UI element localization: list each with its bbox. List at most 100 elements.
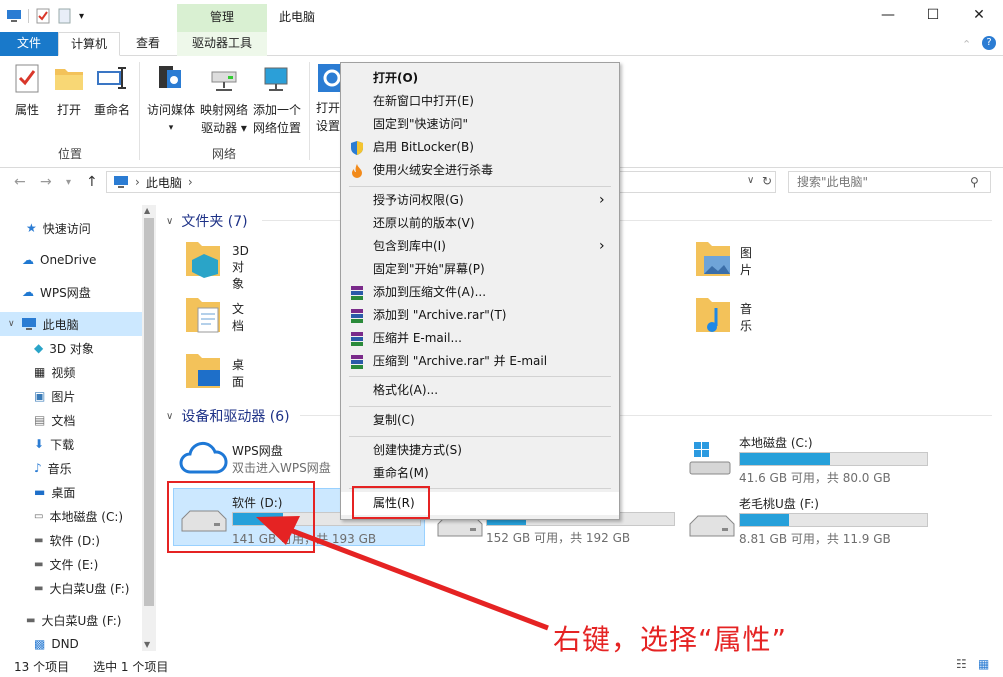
nav-label: 大白菜U盘 (F:): [49, 581, 130, 596]
nav-3d-objects[interactable]: ◆ 3D 对象: [0, 336, 142, 360]
menu-separator: [349, 436, 611, 437]
menu-item-add-archive[interactable]: 添加到压缩文件(A)...: [341, 281, 619, 304]
properties-check-icon[interactable]: [35, 8, 51, 24]
nav-usb-f[interactable]: ▬ 大白菜U盘 (F:): [0, 608, 142, 632]
details-view-icon[interactable]: ☷: [956, 657, 967, 671]
address-dropdown-icon[interactable]: ∨: [747, 175, 754, 186]
breadcrumb-this-pc[interactable]: 此电脑: [146, 174, 182, 191]
menu-label: 授予访问权限(G): [373, 193, 464, 207]
minimize-button[interactable]: —: [865, 0, 911, 30]
menu-item-add-archive-rar[interactable]: 添加到 "Archive.rar"(T): [341, 304, 619, 327]
folder-pictures[interactable]: 图片: [694, 238, 752, 281]
nav-desktop[interactable]: ▬ 桌面: [0, 480, 142, 504]
properties-ribbon-button[interactable]: 属性: [8, 62, 46, 119]
drive-c[interactable]: 本地磁盘 (C:) 41.6 GB 可用，共 80.0 GB: [688, 432, 933, 485]
recent-dropdown-icon[interactable]: ▾: [66, 177, 71, 188]
nav-quick-access[interactable]: ★ 快速访问: [0, 216, 142, 240]
nav-label: WPS网盘: [40, 285, 91, 300]
menu-item-rename[interactable]: 重命名(M): [341, 462, 619, 485]
tiles-view-icon[interactable]: ▦: [978, 657, 989, 671]
nav-dnd[interactable]: ▩ DND: [0, 632, 142, 656]
drive-wps[interactable]: WPS网盘 双击进入WPS网盘: [178, 438, 338, 478]
nav-videos[interactable]: ▦ 视频: [0, 360, 142, 384]
music-icon: ♪: [34, 461, 42, 475]
menu-item-grant-access[interactable]: 授予访问权限(G) ›: [341, 189, 619, 212]
menu-item-open[interactable]: 打开(O): [341, 67, 619, 90]
open-settings-button[interactable]: 打开 设置: [316, 62, 346, 135]
computer-icon[interactable]: [6, 8, 22, 24]
nav-onedrive[interactable]: ☁ OneDrive: [0, 248, 142, 272]
nav-drive-e[interactable]: ▬ 文件 (E:): [0, 552, 142, 576]
menu-item-restore-versions[interactable]: 还原以前的版本(V): [341, 212, 619, 235]
menu-item-open-new-window[interactable]: 在新窗口中打开(E): [341, 90, 619, 113]
media-icon: [159, 66, 181, 88]
chevron-down-icon: ∨: [8, 319, 15, 329]
menu-item-pin-start[interactable]: 固定到"开始"屏幕(P): [341, 258, 619, 281]
nav-wps[interactable]: ☁ WPS网盘: [0, 280, 142, 304]
add-network-location-button[interactable]: 添加一个 网络位置: [251, 62, 303, 137]
nav-this-pc[interactable]: ∨ 此电脑: [0, 312, 142, 336]
picture-icon: ▣: [34, 389, 46, 403]
scroll-up-icon[interactable]: ▲: [144, 206, 150, 215]
up-button[interactable]: ↑: [86, 174, 98, 190]
tab-view[interactable]: 查看: [124, 32, 172, 56]
drive-capacity: 8.81 GB 可用，共 11.9 GB: [739, 532, 891, 546]
nav-drive-d[interactable]: ▬ 软件 (D:): [0, 528, 142, 552]
refresh-icon[interactable]: ↻: [762, 174, 772, 188]
folder-3d-objects[interactable]: 3D 对象: [184, 238, 249, 291]
menu-item-huorong-scan[interactable]: 使用火绒安全进行杀毒: [341, 159, 619, 182]
folder-music[interactable]: 音乐: [694, 294, 752, 337]
tab-computer[interactable]: 计算机: [58, 32, 120, 56]
menu-item-compress-email[interactable]: 压缩并 E-mail...: [341, 327, 619, 350]
menu-label: 创建快捷方式(S): [373, 443, 462, 457]
rename-ribbon-button[interactable]: 重命名: [90, 62, 134, 119]
menu-label: 还原以前的版本(V): [373, 216, 475, 230]
ribbon-collapse-icon[interactable]: ⌃: [962, 38, 971, 51]
window-title: 此电脑: [279, 10, 316, 24]
qat-dropdown-icon[interactable]: ▾: [79, 11, 84, 22]
nav-drive-f[interactable]: ▬ 大白菜U盘 (F:): [0, 576, 142, 600]
folder-documents[interactable]: 文档: [184, 294, 244, 337]
back-button[interactable]: ←: [14, 174, 26, 190]
chevron-down-icon: ∨: [166, 215, 174, 227]
menu-item-compress-rar-email[interactable]: 压缩到 "Archive.rar" 并 E-mail: [341, 350, 619, 373]
menu-item-bitlocker[interactable]: 启用 BitLocker(B): [341, 136, 619, 159]
menu-item-copy[interactable]: 复制(C): [341, 409, 619, 432]
menu-separator: [349, 186, 611, 187]
help-icon[interactable]: ?: [982, 36, 996, 50]
access-media-button[interactable]: 访问媒体 ▾: [145, 62, 197, 137]
nav-drive-c[interactable]: ▭ 本地磁盘 (C:): [0, 504, 142, 528]
nav-pictures[interactable]: ▣ 图片: [0, 384, 142, 408]
tab-file[interactable]: 文件: [0, 32, 58, 56]
menu-item-pin-quick-access[interactable]: 固定到"快速访问": [341, 113, 619, 136]
new-folder-icon[interactable]: [57, 8, 73, 24]
nav-label: 音乐: [47, 461, 72, 476]
menu-item-create-shortcut[interactable]: 创建快捷方式(S): [341, 439, 619, 462]
map-network-drive-button[interactable]: 映射网络 驱动器 ▾: [198, 62, 250, 137]
forward-button[interactable]: →: [40, 174, 52, 190]
nav-downloads[interactable]: ⬇ 下载: [0, 432, 142, 456]
ribbon-label-line2: 驱动器 ▾: [201, 121, 247, 135]
maximize-button[interactable]: ☐: [910, 0, 956, 30]
close-button[interactable]: ✕: [956, 0, 1002, 30]
network-drive-icon: [211, 71, 237, 91]
menu-label: 添加到压缩文件(A)...: [373, 285, 487, 299]
nav-music[interactable]: ♪ 音乐: [0, 456, 142, 480]
menu-item-format[interactable]: 格式化(A)...: [341, 379, 619, 402]
search-input[interactable]: 搜索"此电脑": [788, 171, 991, 193]
ribbon-label: 映射网络: [199, 103, 248, 117]
scroll-down-icon[interactable]: ▼: [144, 640, 150, 649]
open-ribbon-button[interactable]: 打开: [52, 62, 86, 119]
devices-section-header[interactable]: ∨ 设备和驱动器 (6): [166, 406, 290, 426]
folders-section-header[interactable]: ∨ 文件夹 (7): [166, 211, 248, 231]
tab-drive-tools[interactable]: 驱动器工具: [177, 32, 267, 56]
fire-icon: [352, 164, 362, 178]
usb-drive-icon: ▬: [26, 614, 36, 626]
folder-label: 桌面: [232, 358, 245, 389]
drive-f[interactable]: 老毛桃U盘 (F:) 8.81 GB 可用，共 11.9 GB: [688, 494, 933, 546]
nav-documents[interactable]: ▤ 文档: [0, 408, 142, 432]
menu-item-include-library[interactable]: 包含到库中(I) ›: [341, 235, 619, 258]
search-icon[interactable]: ⚲: [970, 175, 979, 189]
folder-desktop[interactable]: 桌面: [184, 350, 244, 393]
nav-scroll-thumb[interactable]: [144, 218, 154, 606]
